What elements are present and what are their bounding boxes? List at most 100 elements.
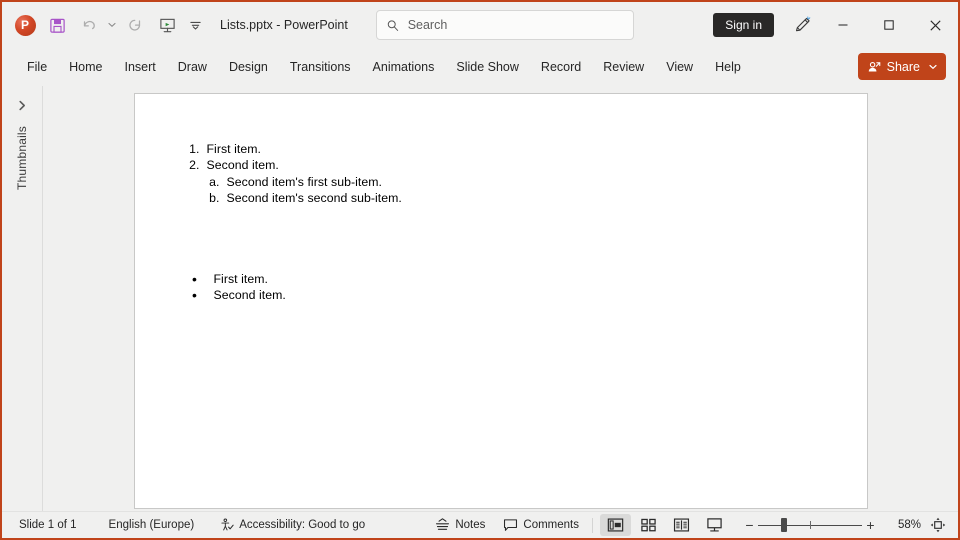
redo-button[interactable] bbox=[120, 10, 150, 40]
list-marker: a. bbox=[205, 174, 227, 190]
list-text: Second item. bbox=[207, 157, 523, 173]
slide-1[interactable]: 1. First item. 2. Second item. a. Second… bbox=[134, 93, 868, 509]
maximize-icon bbox=[883, 19, 895, 31]
ribbon-tab-bar: File Home Insert Draw Design Transitions… bbox=[2, 48, 958, 86]
list-text: First item. bbox=[207, 271, 523, 287]
bullet-marker: • bbox=[183, 271, 207, 287]
tab-home[interactable]: Home bbox=[58, 55, 113, 79]
search-input[interactable] bbox=[408, 18, 623, 32]
zoom-out-button[interactable]: − bbox=[741, 515, 758, 535]
normal-view-icon bbox=[607, 517, 624, 533]
title-bar: P bbox=[2, 2, 958, 48]
list-item: 1. First item. bbox=[183, 141, 523, 157]
app-logo: P bbox=[10, 10, 40, 40]
powerpoint-window: P bbox=[0, 0, 960, 540]
save-button[interactable] bbox=[42, 10, 72, 40]
slide-sorter-icon bbox=[640, 517, 657, 533]
list-text: Second item's first sub-item. bbox=[227, 174, 523, 190]
expand-thumbnails-button[interactable] bbox=[11, 94, 33, 116]
accessibility-label: Accessibility: Good to go bbox=[239, 519, 365, 531]
comment-icon bbox=[503, 518, 518, 532]
list-item: 2. Second item. bbox=[183, 157, 523, 173]
bulleted-list[interactable]: • First item. • Second item. bbox=[183, 271, 523, 304]
list-text: First item. bbox=[207, 141, 523, 157]
share-button[interactable]: Share bbox=[858, 53, 946, 80]
thumbnail-pane: Thumbnails bbox=[2, 86, 43, 511]
customize-qat-icon bbox=[189, 19, 202, 31]
tab-slide-show[interactable]: Slide Show bbox=[445, 55, 530, 79]
slide-canvas[interactable]: 1. First item. 2. Second item. a. Second… bbox=[43, 86, 958, 511]
zoom-in-button[interactable]: + bbox=[862, 515, 879, 535]
save-icon bbox=[49, 17, 66, 34]
tab-draw[interactable]: Draw bbox=[167, 55, 218, 79]
notes-label: Notes bbox=[455, 519, 485, 531]
document-title: Lists.pptx - PowerPoint bbox=[220, 18, 348, 32]
redo-icon bbox=[126, 17, 144, 33]
tab-record[interactable]: Record bbox=[530, 55, 592, 79]
fit-slide-to-window-button[interactable] bbox=[926, 514, 950, 536]
tab-review[interactable]: Review bbox=[592, 55, 655, 79]
tab-insert[interactable]: Insert bbox=[114, 55, 167, 79]
customize-qat-button[interactable] bbox=[184, 10, 206, 40]
tab-transitions[interactable]: Transitions bbox=[279, 55, 362, 79]
slide-sorter-view-button[interactable] bbox=[633, 514, 664, 536]
minimize-icon bbox=[837, 19, 849, 31]
slide-counter[interactable]: Slide 1 of 1 bbox=[12, 516, 84, 534]
start-presentation-button[interactable] bbox=[152, 10, 182, 40]
powerpoint-logo-icon: P bbox=[15, 15, 36, 36]
chevron-down-icon bbox=[929, 64, 937, 70]
language-indicator[interactable]: English (Europe) bbox=[102, 516, 202, 534]
numbered-list[interactable]: 1. First item. 2. Second item. a. Second… bbox=[183, 141, 523, 207]
zoom-slider[interactable] bbox=[758, 515, 862, 535]
comments-label: Comments bbox=[523, 519, 579, 531]
accessibility-icon bbox=[220, 518, 234, 532]
tab-file[interactable]: File bbox=[16, 55, 58, 79]
list-item: • First item. bbox=[183, 271, 523, 287]
pen-annotate-icon bbox=[792, 15, 812, 35]
status-bar: Slide 1 of 1 English (Europe) Accessibil… bbox=[2, 511, 958, 538]
reading-view-icon bbox=[673, 517, 690, 533]
tab-design[interactable]: Design bbox=[218, 55, 279, 79]
sign-in-button[interactable]: Sign in bbox=[713, 13, 774, 37]
list-text: Second item's second sub-item. bbox=[227, 190, 523, 206]
status-bar-right: Notes Comments bbox=[428, 514, 950, 536]
maximize-button[interactable] bbox=[866, 2, 912, 48]
notes-icon bbox=[435, 518, 450, 532]
tab-animations[interactable]: Animations bbox=[362, 55, 446, 79]
title-bar-right-controls: Sign in bbox=[713, 2, 958, 48]
list-marker: b. bbox=[205, 190, 227, 206]
comments-button[interactable]: Comments bbox=[496, 515, 586, 535]
list-marker: 1. bbox=[183, 141, 207, 157]
tab-help[interactable]: Help bbox=[704, 55, 752, 79]
share-person-icon bbox=[867, 60, 881, 74]
zoom-controls: − + 58% bbox=[741, 514, 950, 536]
search-icon bbox=[387, 19, 399, 32]
zoom-slider-100-tick bbox=[810, 521, 811, 529]
ink-annotation-button[interactable] bbox=[784, 9, 820, 41]
undo-icon bbox=[80, 17, 98, 33]
undo-button[interactable] bbox=[74, 10, 104, 40]
slide-show-button[interactable] bbox=[699, 514, 730, 536]
share-label: Share bbox=[887, 60, 920, 74]
bullet-marker: • bbox=[183, 287, 207, 303]
close-button[interactable] bbox=[912, 2, 958, 48]
list-item: • Second item. bbox=[183, 287, 523, 303]
undo-dropdown-button[interactable] bbox=[106, 10, 118, 40]
zoom-slider-thumb[interactable] bbox=[781, 518, 787, 532]
reading-view-button[interactable] bbox=[666, 514, 697, 536]
thumbnails-label: Thumbnails bbox=[15, 126, 29, 190]
list-marker: 2. bbox=[183, 157, 207, 173]
search-box[interactable] bbox=[376, 10, 634, 40]
list-item: a. Second item's first sub-item. bbox=[183, 174, 523, 190]
minimize-button[interactable] bbox=[820, 2, 866, 48]
chevron-down-icon bbox=[108, 22, 116, 28]
zoom-percentage[interactable]: 58% bbox=[885, 519, 921, 531]
chevron-right-icon bbox=[18, 100, 27, 111]
fit-slide-icon bbox=[930, 517, 946, 533]
tab-view[interactable]: View bbox=[655, 55, 704, 79]
slide-show-icon bbox=[706, 517, 723, 533]
notes-button[interactable]: Notes bbox=[428, 515, 492, 535]
quick-access-toolbar: P bbox=[10, 10, 206, 40]
accessibility-status[interactable]: Accessibility: Good to go bbox=[213, 515, 372, 535]
normal-view-button[interactable] bbox=[600, 514, 631, 536]
